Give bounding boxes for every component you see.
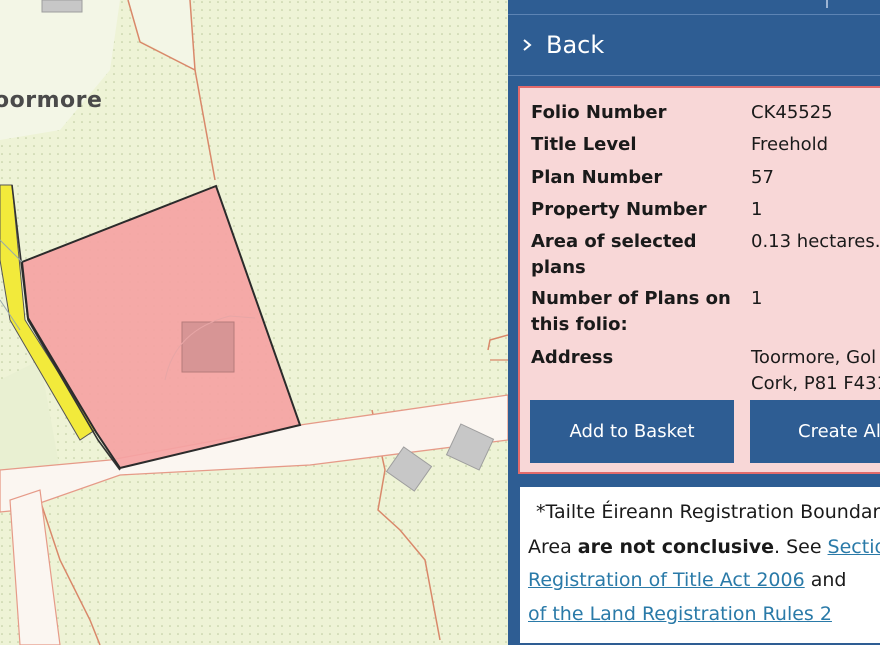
add-to-basket-button[interactable]: Add to Basket [530, 400, 734, 463]
divider [508, 75, 880, 76]
detail-value: Freehold [751, 134, 829, 155]
building-icon [181, 321, 235, 373]
detail-label: Area of selected plans [531, 231, 697, 278]
notice-emphasis: are not conclusive [577, 536, 774, 558]
detail-label: Plan Number [531, 167, 663, 188]
detail-label: Property Number [531, 199, 707, 220]
back-label: Back [546, 31, 605, 59]
chevron-right-icon [523, 39, 532, 51]
notice-text: . See [773, 536, 828, 558]
detail-value: 57 [751, 167, 774, 188]
notice-line: Registration of Title Act 2006 and [528, 565, 846, 595]
create-alert-button[interactable]: Create Al [750, 400, 880, 463]
detail-value: Toormore, Gol Cork, P81 F431 [751, 347, 880, 394]
divider [826, 0, 828, 8]
notice-line: of the Land Registration Rules 2 [528, 599, 832, 629]
place-label: oormore [0, 88, 103, 113]
registration-rules-link[interactable]: of the Land Registration Rules 2 [528, 603, 832, 625]
registration-act-link[interactable]: Registration of Title Act 2006 [528, 569, 805, 591]
detail-label: Address [531, 347, 614, 368]
notice-line: *Tailte Éireann Registration Boundari [536, 501, 880, 523]
panel-top-strip [508, 0, 880, 15]
detail-label: Title Level [531, 134, 637, 155]
details-panel: Back Folio Number CK45525 Title Level Fr… [508, 0, 880, 645]
section-link[interactable]: Sectio [828, 536, 880, 558]
notice-line: Area are not conclusive. See Sectio [528, 532, 880, 562]
detail-value: 1 [751, 199, 763, 220]
notice-text: Area [528, 536, 578, 558]
back-button[interactable]: Back [508, 16, 880, 74]
detail-label: Number of Plans on this folio: [531, 288, 731, 335]
map-view[interactable]: oormore [0, 0, 508, 645]
notice-text: and [804, 569, 847, 591]
detail-value: 1 [751, 288, 763, 309]
detail-value: CK45525 [751, 102, 833, 123]
detail-label: Folio Number [531, 102, 667, 123]
detail-value: 0.13 hectares. [751, 231, 880, 252]
registration-notice: *Tailte Éireann Registration Boundari Ar… [518, 485, 880, 645]
